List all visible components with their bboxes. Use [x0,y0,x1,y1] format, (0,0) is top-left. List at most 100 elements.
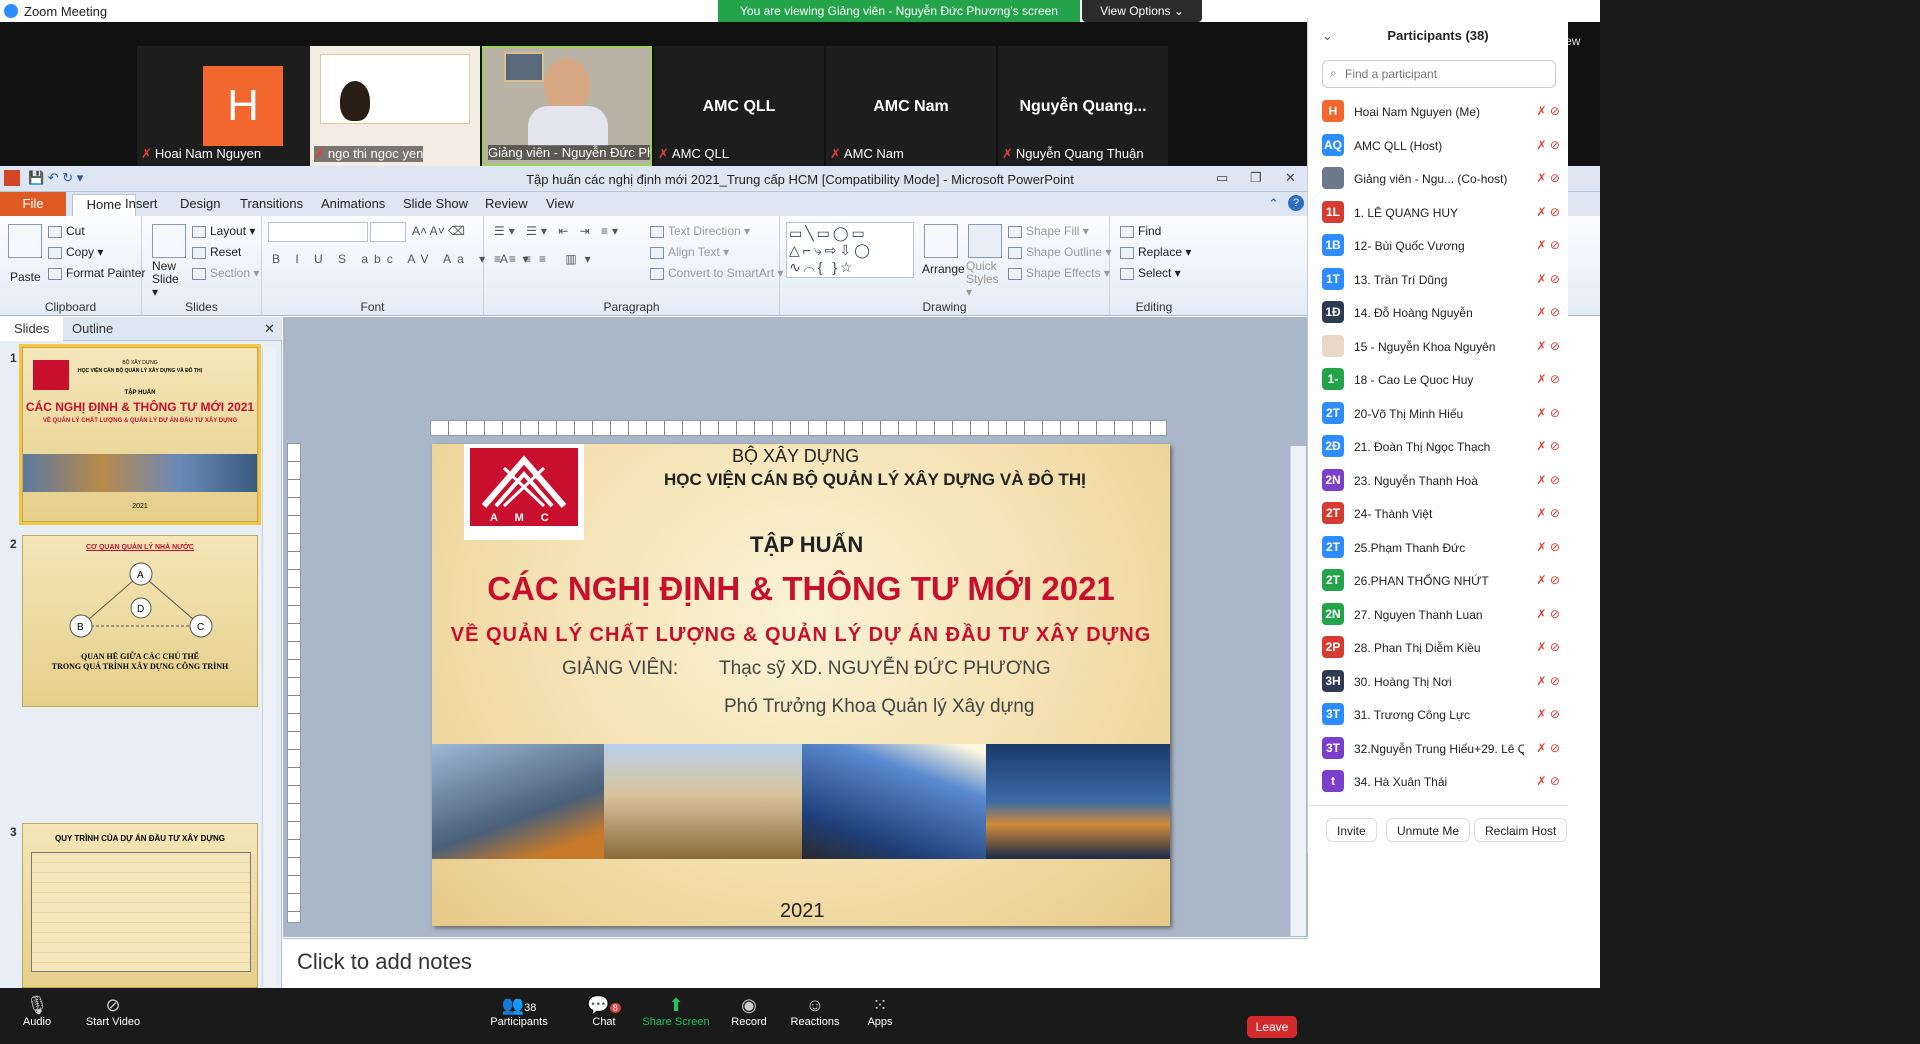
format-painter-button[interactable]: Format Painter [48,266,145,280]
participant-row[interactable]: 2T 20-Võ Thị Minh Hiếu ✗ ⊘ [1322,398,1562,430]
participant-row[interactable]: 2Đ 21. Đoàn Thị Ngọc Thạch ✗ ⊘ [1322,431,1562,463]
pane-scrollbar[interactable] [262,347,276,987]
invite-button[interactable]: Invite [1326,818,1377,842]
participant-row[interactable]: 2P 28. Phan Thị Diễm Kiều ✗ ⊘ [1322,632,1562,664]
video-tile[interactable]: ✗ ngo thi ngoc yen [310,46,480,166]
find-button[interactable]: Find [1120,224,1161,238]
apps-button[interactable]: ⁙ Apps [845,994,915,1028]
muted-mic-video-off-icon[interactable]: ✗ ⊘ [1537,138,1560,152]
muted-mic-video-off-icon[interactable]: ✗ ⊘ [1537,540,1560,554]
arrange-button[interactable]: Arrange [922,262,965,276]
muted-mic-video-off-icon[interactable]: ✗ ⊘ [1537,406,1560,420]
participant-row[interactable]: 2N 23. Nguyễn Thanh Hoà ✗ ⊘ [1322,465,1562,497]
muted-mic-video-off-icon[interactable]: ✗ ⊘ [1537,774,1560,788]
muted-mic-video-off-icon[interactable]: ✗ ⊘ [1537,205,1560,219]
tab-review[interactable]: Review [485,196,528,211]
paste-icon[interactable] [8,224,42,258]
muted-mic-video-off-icon[interactable]: ✗ ⊘ [1537,640,1560,654]
share-screen-button[interactable]: ⬆ Share Screen [641,994,711,1028]
text-direction-button[interactable]: Text Direction ▾ [650,224,750,238]
tab-insert[interactable]: Insert [125,196,158,211]
participant-row[interactable]: Giảng viên - Ngu... (Co-host) ✗ ⊘ [1322,163,1562,195]
muted-mic-video-off-icon[interactable]: ✗ ⊘ [1537,674,1560,688]
select-button[interactable]: Select ▾ [1120,266,1181,280]
tab-slide-show[interactable]: Slide Show [403,196,468,211]
new-slide-icon[interactable] [152,224,186,258]
muted-mic-video-off-icon[interactable]: ✗ ⊘ [1537,272,1560,286]
tab-animations[interactable]: Animations [321,196,385,211]
video-tile-active[interactable]: Giảng viên - Nguyễn Đức Phương [482,46,652,166]
reclaim-host-button[interactable]: Reclaim Host [1474,818,1568,842]
restore-icon[interactable]: ❐ [1250,170,1262,186]
new-slide-button[interactable]: New Slide ▾ [152,260,188,299]
participant-search-input[interactable]: Find a participant [1322,60,1556,88]
participant-row[interactable]: 15 - Nguyễn Khoa Nguyên ✗ ⊘ [1322,331,1562,363]
muted-mic-video-off-icon[interactable]: ✗ ⊘ [1537,741,1560,755]
muted-mic-video-off-icon[interactable]: ✗ ⊘ [1537,573,1560,587]
slide-thumbnail[interactable]: QUY TRÌNH CỦA DỰ ÁN ĐẦU TƯ XÂY DỰNG [22,823,258,988]
participant-row[interactable]: 1Đ 14. Đỗ Hoàng Nguyễn ✗ ⊘ [1322,297,1562,329]
start-video-button[interactable]: ⊘ Start Video [78,994,148,1028]
record-button[interactable]: ◉ Record [714,994,784,1028]
participant-row[interactable]: 1T 13. Trần Trí Dũng ✗ ⊘ [1322,264,1562,296]
video-tile[interactable]: Nguyễn Quang... ✗ Nguyễn Quang Thuận [998,46,1168,166]
participant-row[interactable]: 2N 27. Nguyen Thanh Luan ✗ ⊘ [1322,599,1562,631]
shape-fill-button[interactable]: Shape Fill ▾ [1008,224,1089,238]
notes-pane[interactable]: Click to add notes [283,938,1308,988]
muted-mic-video-off-icon[interactable]: ✗ ⊘ [1537,473,1560,487]
participant-row[interactable]: H Hoai Nam Nguyen (Me) ✗ ⊘ [1322,96,1562,128]
reactions-button[interactable]: ☺ Reactions [780,994,850,1028]
list-icons[interactable]: ☰▾ ☰▾ ⇤ ⇥ ≡▾ [494,224,622,238]
slide-thumbnail[interactable]: BỘ XÂY DỰNG HỌC VIỆN CÁN BỘ QUẢN LÝ XÂY … [19,344,261,525]
tab-file[interactable]: File [0,192,66,216]
participant-row[interactable]: 3T 32.Nguyễn Trung Hiếu+29. Lê Q... ✗ ⊘ [1322,733,1562,765]
tab-view[interactable]: View [546,196,574,211]
participant-row[interactable]: AQ AMC QLL (Host) ✗ ⊘ [1322,130,1562,162]
slide-scrollbar[interactable] [1290,446,1306,936]
video-tile[interactable]: AMC Nam ✗ AMC Nam [826,46,996,166]
chat-button[interactable]: 💬 8 Chat [569,994,639,1028]
quick-styles-icon[interactable] [968,224,1002,258]
current-slide[interactable]: A M C BỘ XÂY DỰNG HỌC VIỆN CÁN BỘ QUẢN L… [432,444,1170,926]
muted-mic-video-off-icon[interactable]: ✗ ⊘ [1537,305,1560,319]
reset-button[interactable]: Reset [192,245,241,259]
leave-button[interactable]: Leave [1247,1016,1297,1038]
video-tile[interactable]: AMC QLL ✗ AMC QLL [654,46,824,166]
muted-mic-video-off-icon[interactable]: ✗ ⊘ [1537,607,1560,621]
muted-mic-video-off-icon[interactable]: ✗ ⊘ [1537,339,1560,353]
shapes-gallery[interactable]: ▭╲▭◯▭ △⌐⤷⇨⇩◯ ∿⌒{ }☆ [786,222,914,278]
slide-thumbnail[interactable]: CƠ QUAN QUẢN LÝ NHÀ NƯỚC A D B C QUAN HỆ… [22,535,258,707]
replace-button[interactable]: Replace ▾ [1120,245,1191,259]
participant-row[interactable]: 3H 30. Hoàng Thị Nơi ✗ ⊘ [1322,666,1562,698]
participant-row[interactable]: t 34. Hà Xuân Thái ✗ ⊘ [1322,766,1562,798]
shape-outline-button[interactable]: Shape Outline ▾ [1008,245,1111,259]
tab-design[interactable]: Design [180,196,220,211]
muted-mic-video-off-icon[interactable]: ✗ ⊘ [1537,506,1560,520]
muted-mic-video-off-icon[interactable]: ✗ ⊘ [1537,439,1560,453]
view-options-button[interactable]: View Options ⌄ [1082,0,1202,22]
tab-transitions[interactable]: Transitions [240,196,303,211]
minimize-ribbon-icon[interactable]: ⌃ [1268,196,1279,212]
muted-mic-video-off-icon[interactable]: ✗ ⊘ [1537,707,1560,721]
participants-button[interactable]: 👥38 Participants [484,994,554,1028]
tab-outline[interactable]: Outline [58,317,127,341]
help-icon[interactable]: ? [1288,195,1304,211]
close-icon[interactable]: ✕ [1285,170,1296,186]
participant-row[interactable]: 2T 25.Phạm Thanh Đức ✗ ⊘ [1322,532,1562,564]
convert-smartart-button[interactable]: Convert to SmartArt ▾ [650,266,783,280]
cut-button[interactable]: Cut [48,224,85,238]
unmute-me-button[interactable]: Unmute Me [1386,818,1471,842]
participant-row[interactable]: 1B 12- Bùi Quốc Vương ✗ ⊘ [1322,230,1562,262]
shape-effects-button[interactable]: Shape Effects ▾ [1008,266,1110,280]
copy-button[interactable]: Copy ▾ [48,245,103,259]
participant-row[interactable]: 2T 26.PHAN THỐNG NHỨT ✗ ⊘ [1322,565,1562,597]
muted-mic-video-off-icon[interactable]: ✗ ⊘ [1537,104,1560,118]
grow-shrink-font-icon[interactable]: A˄ A˅ ⌫ [412,224,465,238]
font-name-select[interactable] [268,222,368,242]
paste-button[interactable]: Paste [10,270,41,284]
muted-mic-video-off-icon[interactable]: ✗ ⊘ [1537,171,1560,185]
quick-styles-button[interactable]: Quick Styles ▾ [966,260,1006,299]
participant-row[interactable]: 1L 1. LÊ QUANG HUY ✗ ⊘ [1322,197,1562,229]
align-icons[interactable]: ≡≡≡≡ ▥▾ [494,252,599,266]
participant-row[interactable]: 3T 31. Trương Công Lực ✗ ⊘ [1322,699,1562,731]
